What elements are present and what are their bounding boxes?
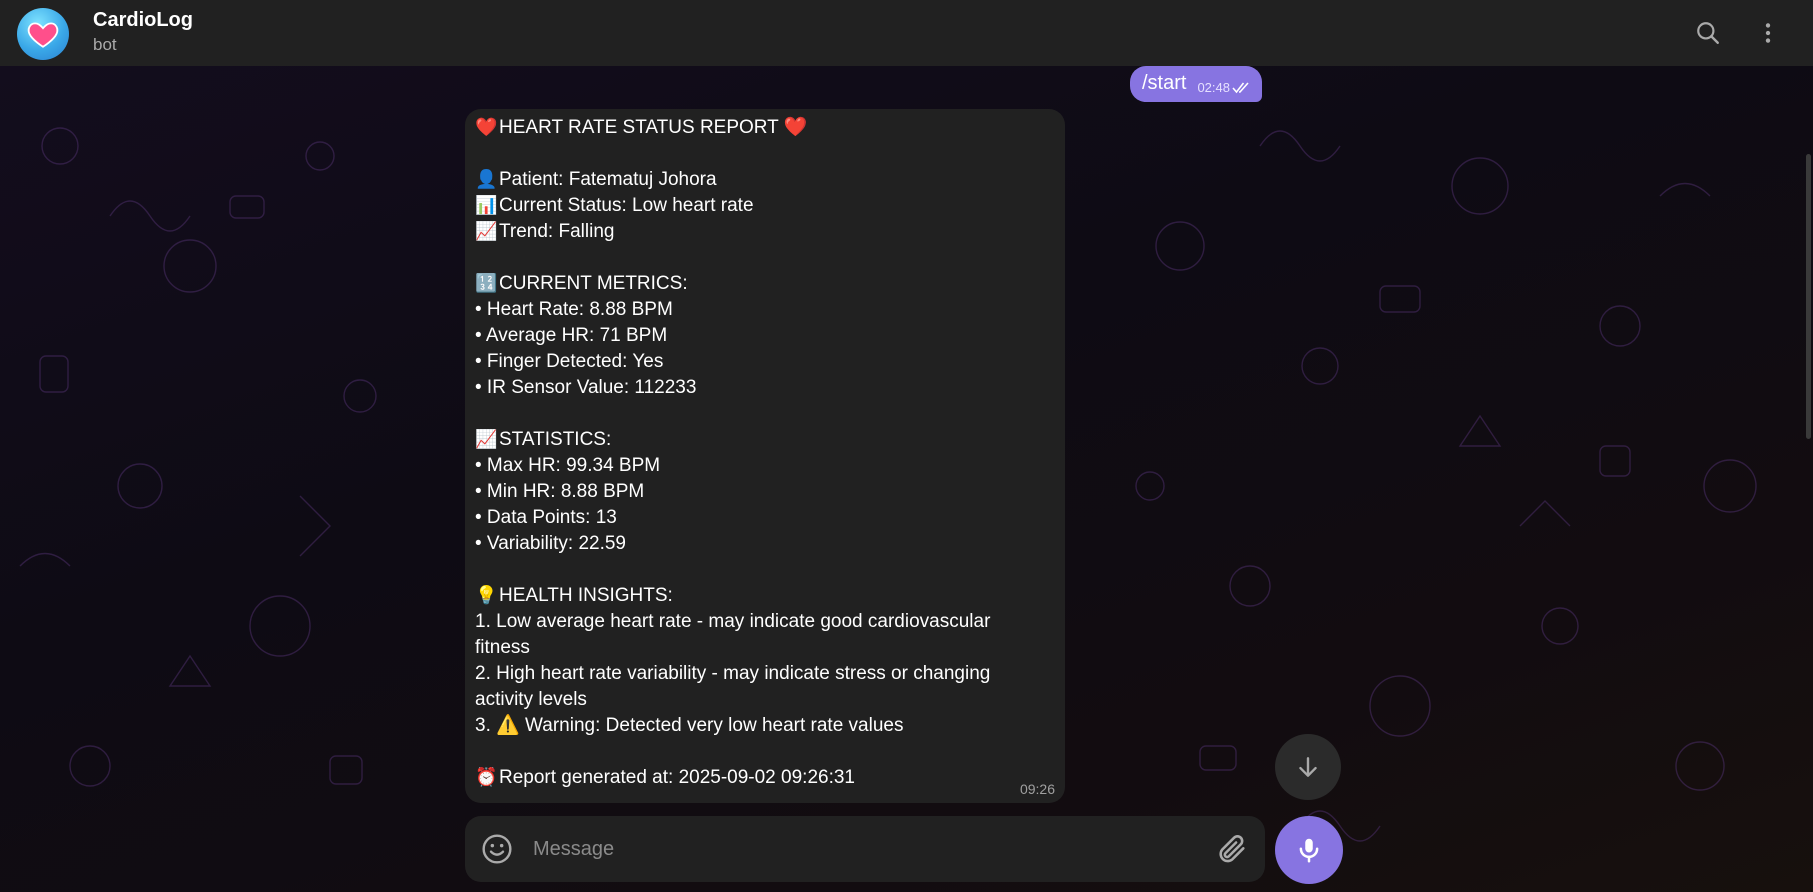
report-spacer bbox=[475, 739, 1051, 765]
message-composer bbox=[465, 816, 1265, 882]
incoming-message[interactable]: ❤️HEART RATE STATUS REPORT ❤️ 👤Patient: F… bbox=[465, 109, 1065, 803]
report-line-text: • Max HR: 99.34 BPM bbox=[475, 455, 661, 476]
microphone-button[interactable] bbox=[1275, 816, 1343, 884]
report-spacer bbox=[475, 245, 1051, 271]
report-line: • Min HR: 8.88 BPM bbox=[475, 479, 1051, 505]
report-line-text: • Variability: 22.59 bbox=[475, 533, 626, 554]
report-spacer bbox=[475, 557, 1051, 583]
report-line: 📈Trend: Falling bbox=[475, 219, 1051, 245]
more-vertical-icon bbox=[1765, 23, 1771, 43]
chat-scrollbar[interactable] bbox=[1806, 154, 1811, 439]
bot-avatar[interactable] bbox=[17, 8, 69, 60]
outgoing-message-meta: 02:48 bbox=[1197, 80, 1252, 95]
search-button[interactable] bbox=[1688, 13, 1728, 53]
report-line: 📈STATISTICS: bbox=[475, 427, 1051, 453]
incoming-message-time: 09:26 bbox=[1019, 781, 1055, 797]
report-line: activity levels bbox=[475, 687, 1051, 713]
report-line: • Average HR: 71 BPM bbox=[475, 323, 1051, 349]
report-line-emoji-icon: 👤 bbox=[475, 169, 498, 190]
heart-icon bbox=[27, 22, 59, 48]
report-line-text: • Finger Detected: Yes bbox=[475, 351, 664, 372]
report-line: 👤Patient: Fatematuj Johora bbox=[475, 167, 1051, 193]
report-spacer bbox=[475, 141, 1051, 167]
more-button[interactable] bbox=[1748, 13, 1788, 53]
report-line-text: fitness bbox=[475, 637, 530, 658]
report-line: • Data Points: 13 bbox=[475, 505, 1051, 531]
report-line-text: Patient: Fatematuj Johora bbox=[499, 169, 717, 190]
report-line-text: CURRENT METRICS: bbox=[499, 273, 688, 294]
report-line: 3. ⚠️ Warning: Detected very low heart r… bbox=[475, 713, 1051, 739]
report-line-text: HEALTH INSIGHTS: bbox=[499, 585, 673, 606]
report-spacer bbox=[475, 401, 1051, 427]
report-line: • Finger Detected: Yes bbox=[475, 349, 1051, 375]
report-line-text: STATISTICS: bbox=[499, 429, 612, 450]
report-line: 2. High heart rate variability - may ind… bbox=[475, 661, 1051, 687]
report-line-text: 3. ⚠️ Warning: Detected very low heart r… bbox=[475, 715, 904, 736]
chat-header: CardioLog bot bbox=[0, 0, 1813, 66]
microphone-icon bbox=[1299, 838, 1319, 863]
double-check-icon bbox=[1232, 81, 1249, 93]
report-line-text: Trend: Falling bbox=[499, 221, 615, 242]
arrow-down-icon bbox=[1299, 757, 1317, 777]
report-line-text: Current Status: Low heart rate bbox=[499, 195, 754, 216]
chat-title: CardioLog bbox=[93, 9, 193, 31]
report-line: 1. Low average heart rate - may indicate… bbox=[475, 609, 1051, 635]
report-line: • Heart Rate: 8.88 BPM bbox=[475, 297, 1051, 323]
report-line-emoji-icon: ❤️ bbox=[475, 117, 498, 138]
report-line: ⏰Report generated at: 2025-09-02 09:26:3… bbox=[475, 765, 1051, 791]
report-line-text: • Heart Rate: 8.88 BPM bbox=[475, 299, 673, 320]
report-line-text: • IR Sensor Value: 112233 bbox=[475, 377, 697, 398]
chat-title-block[interactable]: CardioLog bot bbox=[93, 8, 193, 56]
outgoing-message[interactable]: /start 02:48 bbox=[1130, 66, 1262, 102]
report-line-text: activity levels bbox=[475, 689, 587, 710]
outgoing-message-text: /start bbox=[1142, 72, 1187, 94]
message-input[interactable] bbox=[533, 830, 1173, 868]
report-line-emoji-icon: 💡 bbox=[475, 585, 498, 606]
report-line-emoji-icon: 📊 bbox=[475, 195, 498, 216]
report-line: 💡HEALTH INSIGHTS: bbox=[475, 583, 1051, 609]
scroll-down-button[interactable] bbox=[1275, 734, 1341, 800]
report-line-emoji-icon: 🔢 bbox=[475, 273, 498, 294]
outgoing-message-time: 02:48 bbox=[1197, 80, 1230, 95]
report-line: 📊Current Status: Low heart rate bbox=[475, 193, 1051, 219]
report-line-emoji-icon: ⏰ bbox=[475, 767, 498, 788]
paperclip-icon[interactable] bbox=[1215, 832, 1249, 866]
report-line: ❤️HEART RATE STATUS REPORT ❤️ bbox=[475, 115, 1051, 141]
report-line: fitness bbox=[475, 635, 1051, 661]
report-line: 🔢CURRENT METRICS: bbox=[475, 271, 1051, 297]
report-line: • IR Sensor Value: 112233 bbox=[475, 375, 1051, 401]
report-line-emoji-icon: 📈 bbox=[475, 221, 498, 242]
search-icon bbox=[1697, 22, 1719, 44]
report-line-text: • Min HR: 8.88 BPM bbox=[475, 481, 645, 502]
report-line-text: • Data Points: 13 bbox=[475, 507, 617, 528]
report-line: • Max HR: 99.34 BPM bbox=[475, 453, 1051, 479]
smiley-icon[interactable] bbox=[481, 833, 513, 865]
report-line-text: Report generated at: 2025-09-02 09:26:31 bbox=[499, 767, 855, 788]
report-line-text: HEART RATE STATUS REPORT ❤️ bbox=[499, 117, 808, 138]
report-body: ❤️HEART RATE STATUS REPORT ❤️ 👤Patient: F… bbox=[475, 115, 1051, 791]
report-line-emoji-icon: 📈 bbox=[475, 429, 498, 450]
report-line-text: • Average HR: 71 BPM bbox=[475, 325, 668, 346]
chat-subtitle: bot bbox=[93, 35, 117, 54]
report-line-text: 2. High heart rate variability - may ind… bbox=[475, 663, 991, 684]
report-line-text: 1. Low average heart rate - may indicate… bbox=[475, 611, 991, 632]
report-line: • Variability: 22.59 bbox=[475, 531, 1051, 557]
